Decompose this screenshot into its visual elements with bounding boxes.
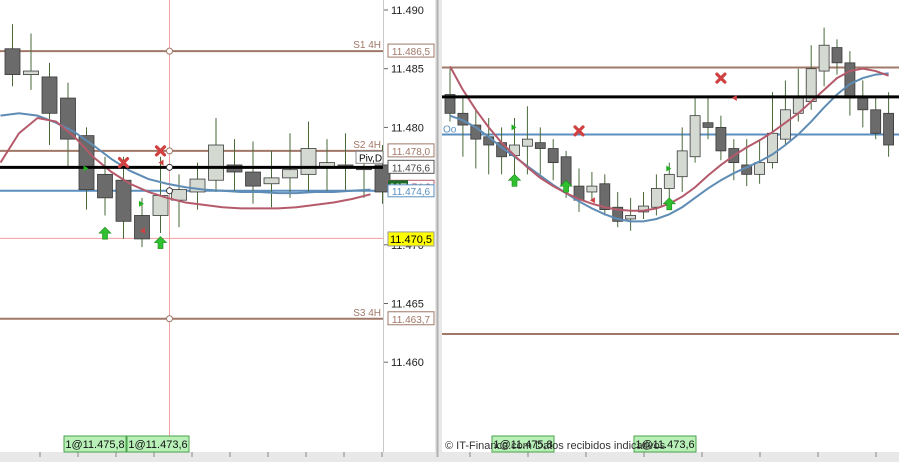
candle-body	[651, 188, 662, 208]
pivot-price-tag-text: 11.463,7	[392, 315, 431, 326]
crosshair-level-dot	[166, 47, 173, 55]
candle-body	[767, 132, 778, 164]
candle-body	[663, 173, 675, 189]
candle-body	[300, 148, 317, 175]
chart-workspace: 11.49011.48511.48011.47511.47011.46511.4…	[0, 0, 899, 457]
candle-body	[844, 62, 856, 99]
candle-body	[134, 215, 150, 240]
candle-body	[754, 162, 765, 175]
dual-candlestick-chart[interactable]: 11.49011.48511.48011.47511.47011.46511.4…	[0, 0, 899, 457]
candle-body	[857, 97, 869, 111]
pivot-level-label: S2 4H	[353, 140, 381, 151]
left-plot-area	[0, 0, 383, 452]
crosshair-price-tag-text: 11.470,5	[390, 234, 432, 246]
pivot-price-tag-text: 11.486,5	[392, 47, 431, 58]
candle-body	[547, 148, 559, 164]
candle-body	[41, 76, 58, 114]
candle-body	[586, 185, 598, 193]
main-level-label: Piv,D	[359, 153, 382, 164]
main-level-price-tag-text: 11.476,6	[392, 163, 431, 174]
pivot-level-label: S1 4H	[353, 40, 381, 51]
candle-body	[245, 171, 261, 187]
candle-body	[23, 70, 39, 75]
candle-body	[831, 47, 843, 64]
candle-body	[883, 112, 894, 146]
candle-body	[208, 144, 224, 181]
candle-body	[282, 169, 298, 179]
candle-body	[263, 177, 280, 185]
candle-body	[689, 115, 701, 158]
order-tag-text: 1@11.475,8	[65, 439, 124, 451]
crosshair-level-dot	[166, 163, 173, 171]
price-tick-label: 11.490	[391, 5, 424, 17]
price-tick-label: 11.480	[391, 122, 424, 134]
candle-body	[534, 142, 546, 149]
candle-body	[522, 138, 533, 147]
price-tick-label: 11.465	[391, 299, 424, 311]
price-tick-label: 11.485	[391, 64, 424, 76]
candle-body	[115, 179, 132, 222]
candle-body	[702, 122, 714, 128]
blue-level-label: Oo	[443, 124, 457, 135]
candle-body	[870, 109, 882, 134]
copyright-notice: © IT-Finance.com Datos recibidos indicat…	[445, 440, 666, 452]
blue-level-price-tag-text: 11.474,6	[392, 187, 431, 198]
candle-body	[60, 97, 76, 140]
pivot-level-label: S3 4H	[353, 308, 381, 319]
price-tick-label: 11.460	[391, 357, 424, 369]
candle-body	[818, 44, 830, 72]
candle-body	[625, 215, 636, 220]
candle-body	[4, 48, 21, 75]
candle-body	[676, 150, 688, 178]
crosshair-level-dot	[166, 187, 173, 195]
crosshair-level-dot	[166, 147, 173, 155]
candle-body	[715, 127, 727, 152]
crosshair-level-dot	[166, 315, 173, 323]
candle-body	[97, 173, 113, 199]
order-tag-text: 1@11.473,6	[128, 439, 187, 451]
pivot-price-tag-text: 11.478,0	[392, 147, 431, 158]
